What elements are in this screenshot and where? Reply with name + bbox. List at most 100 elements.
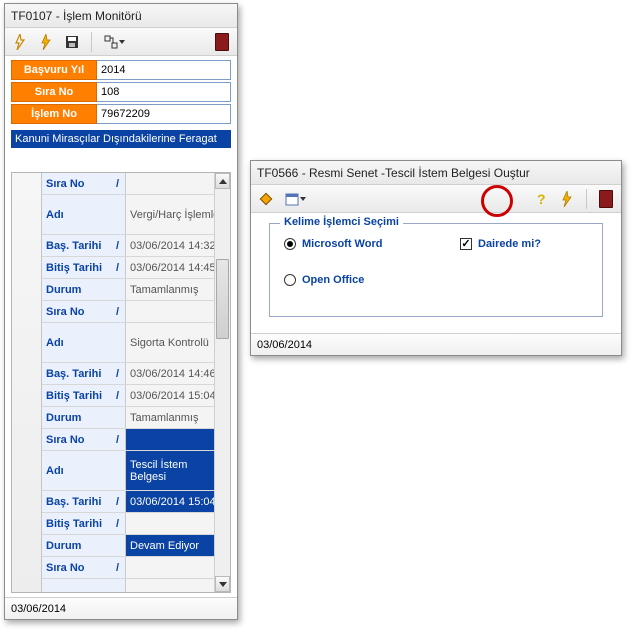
grid-row[interactable]: Bitiş Tarihi03/06/2014 14:45:0 xyxy=(42,257,230,279)
grid-row[interactable]: DurumTamamlanmış xyxy=(42,407,230,429)
grid-row[interactable]: Sıra No8 xyxy=(42,429,230,451)
radio-label: Open Office xyxy=(302,274,364,286)
status-date: 03/06/2014 xyxy=(11,603,66,615)
toolbar-button-1[interactable] xyxy=(255,188,277,210)
radio-open-office[interactable]: Open Office xyxy=(284,274,364,286)
scrollbar-track[interactable] xyxy=(215,189,230,576)
grid-row[interactable]: Bitiş Tarihi03/06/2014 15:04:4 xyxy=(42,385,230,407)
toolbar-close-button[interactable] xyxy=(595,188,617,210)
grid-cell-label: Adı xyxy=(42,195,126,234)
grid-cell-label: Adı xyxy=(42,451,126,490)
grid-cell-label: Adı xyxy=(42,579,126,592)
chevron-down-icon xyxy=(300,197,306,201)
grid-cell-label: Bitiş Tarihi xyxy=(42,385,126,406)
titlebar[interactable]: TF0107 - İşlem Monitörü xyxy=(5,4,237,28)
grid-row[interactable]: Baş. Tarihi03/06/2014 14:32:0 xyxy=(42,235,230,257)
value-basvuru-yil[interactable]: 2014 xyxy=(97,60,231,80)
close-icon xyxy=(215,33,229,51)
calendar-icon xyxy=(285,192,299,206)
radio-icon xyxy=(284,238,296,250)
grid-cell-label: Sıra No xyxy=(42,173,126,194)
scroll-up-button[interactable] xyxy=(215,173,230,189)
bolt-icon xyxy=(560,191,574,207)
value-sira-no[interactable]: 108 xyxy=(97,82,231,102)
grid-cell-label: Bitiş Tarihi xyxy=(42,257,126,278)
toolbar-save-button[interactable] xyxy=(61,31,83,53)
toolbar-separator xyxy=(91,32,92,52)
toolbar-calendar-button[interactable] xyxy=(281,188,309,210)
diamond-icon xyxy=(258,191,274,207)
grid-rows-container: Sıra No6AdıVergi/Harç İşlemleriBaş. Tari… xyxy=(12,173,230,592)
form-block: Başvuru Yıl 2014 Sıra No 108 İşlem No 79… xyxy=(5,56,237,128)
grid-cell-label: Adı xyxy=(42,323,126,362)
save-icon xyxy=(65,35,79,49)
scrollbar-thumb[interactable] xyxy=(216,259,229,339)
svg-text:?: ? xyxy=(537,191,546,207)
grid-row[interactable]: AdıTescil İstem Belgesi xyxy=(42,451,230,491)
grid-cell-label: Sıra No xyxy=(42,301,126,322)
grid-cell-label: Durum xyxy=(42,535,126,556)
grid-row[interactable]: DurumTamamlanmış xyxy=(42,279,230,301)
bolt-icon xyxy=(39,34,53,50)
chevron-up-icon xyxy=(219,179,227,184)
checkbox-label: Dairede mi? xyxy=(478,238,541,250)
toolbar-new-button[interactable] xyxy=(9,31,31,53)
form-row-basvuru-yil: Başvuru Yıl 2014 xyxy=(11,60,231,80)
vertical-scrollbar[interactable] xyxy=(214,173,230,592)
grid-cell-label: Baş. Tarihi xyxy=(42,363,126,384)
statusbar: 03/06/2014 xyxy=(251,333,621,355)
chevron-down-icon xyxy=(119,40,125,44)
grid-row[interactable]: AdıSigorta Kontrolü xyxy=(42,323,230,363)
label-basvuru-yil: Başvuru Yıl xyxy=(11,60,97,80)
grid-gutter xyxy=(12,173,42,592)
grid-cell-label: Sıra No xyxy=(42,429,126,450)
help-icon: ? xyxy=(534,191,548,207)
toolbar-close-button[interactable] xyxy=(211,31,233,53)
grid-row[interactable]: Sıra No9 xyxy=(42,557,230,579)
scroll-down-button[interactable] xyxy=(215,576,230,592)
window-title: TF0107 - İşlem Monitörü xyxy=(11,9,142,23)
grid-cell-label: Baş. Tarihi xyxy=(42,235,126,256)
form-row-islem-no: İşlem No 79672209 xyxy=(11,104,231,124)
grid-row[interactable]: Baş. Tarihi03/06/2014 14:46:4 xyxy=(42,363,230,385)
grid-row[interactable]: DurumDevam Ediyor xyxy=(42,535,230,557)
status-date: 03/06/2014 xyxy=(257,339,312,351)
toolbar-separator xyxy=(586,189,587,209)
toolbar-layout-button[interactable] xyxy=(100,31,128,53)
radio-label: Microsoft Word xyxy=(302,238,382,250)
close-icon xyxy=(599,190,613,208)
label-sira-no: Sıra No xyxy=(11,82,97,102)
checkbox-dairede-mi[interactable]: ✓ Dairede mi? xyxy=(460,238,541,250)
grid-row[interactable]: Sıra No7 xyxy=(42,301,230,323)
layout-icon xyxy=(104,35,118,49)
grid-row[interactable]: Sıra No6 xyxy=(42,173,230,195)
grid-row[interactable]: Adıİşlem Kontrolü xyxy=(42,579,230,592)
titlebar[interactable]: TF0566 - Resmi Senet -Tescil İstem Belge… xyxy=(251,161,621,185)
toolbar-run-button[interactable] xyxy=(35,31,57,53)
groupbox-kelime-islemci: Kelime İşlemci Seçimi Microsoft Word ✓ D… xyxy=(269,223,603,317)
value-islem-no[interactable]: 79672209 xyxy=(97,104,231,124)
grid-row[interactable]: Bitiş Tarihi xyxy=(42,513,230,535)
grid: Sıra No6AdıVergi/Harç İşlemleriBaş. Tari… xyxy=(11,172,231,593)
toolbar-help-button[interactable]: ? xyxy=(530,188,552,210)
grid-row[interactable]: AdıVergi/Harç İşlemleri xyxy=(42,195,230,235)
radio-icon xyxy=(284,274,296,286)
grid-cell-label: Durum xyxy=(42,407,126,428)
radio-microsoft-word[interactable]: Microsoft Word xyxy=(284,238,382,250)
toolbar-run-button[interactable] xyxy=(556,188,578,210)
subheader: Kanuni Mirasçılar Dışındakilerine Feraga… xyxy=(11,130,231,148)
grid-cell-label: Baş. Tarihi xyxy=(42,491,126,512)
grid-cell-label: Sıra No xyxy=(42,557,126,578)
label-islem-no: İşlem No xyxy=(11,104,97,124)
toolbar xyxy=(5,28,237,56)
chevron-down-icon xyxy=(219,582,227,587)
window-tescil-istem: TF0566 - Resmi Senet -Tescil İstem Belge… xyxy=(250,160,622,356)
statusbar: 03/06/2014 xyxy=(5,597,237,619)
bolt-hollow-icon xyxy=(13,34,27,50)
grid-cell-label: Durum xyxy=(42,279,126,300)
checkbox-icon: ✓ xyxy=(460,238,472,250)
form-row-sira-no: Sıra No 108 xyxy=(11,82,231,102)
grid-row[interactable]: Baş. Tarihi03/06/2014 15:04:4 xyxy=(42,491,230,513)
grid-cell-label: Bitiş Tarihi xyxy=(42,513,126,534)
toolbar: ? xyxy=(251,185,621,213)
